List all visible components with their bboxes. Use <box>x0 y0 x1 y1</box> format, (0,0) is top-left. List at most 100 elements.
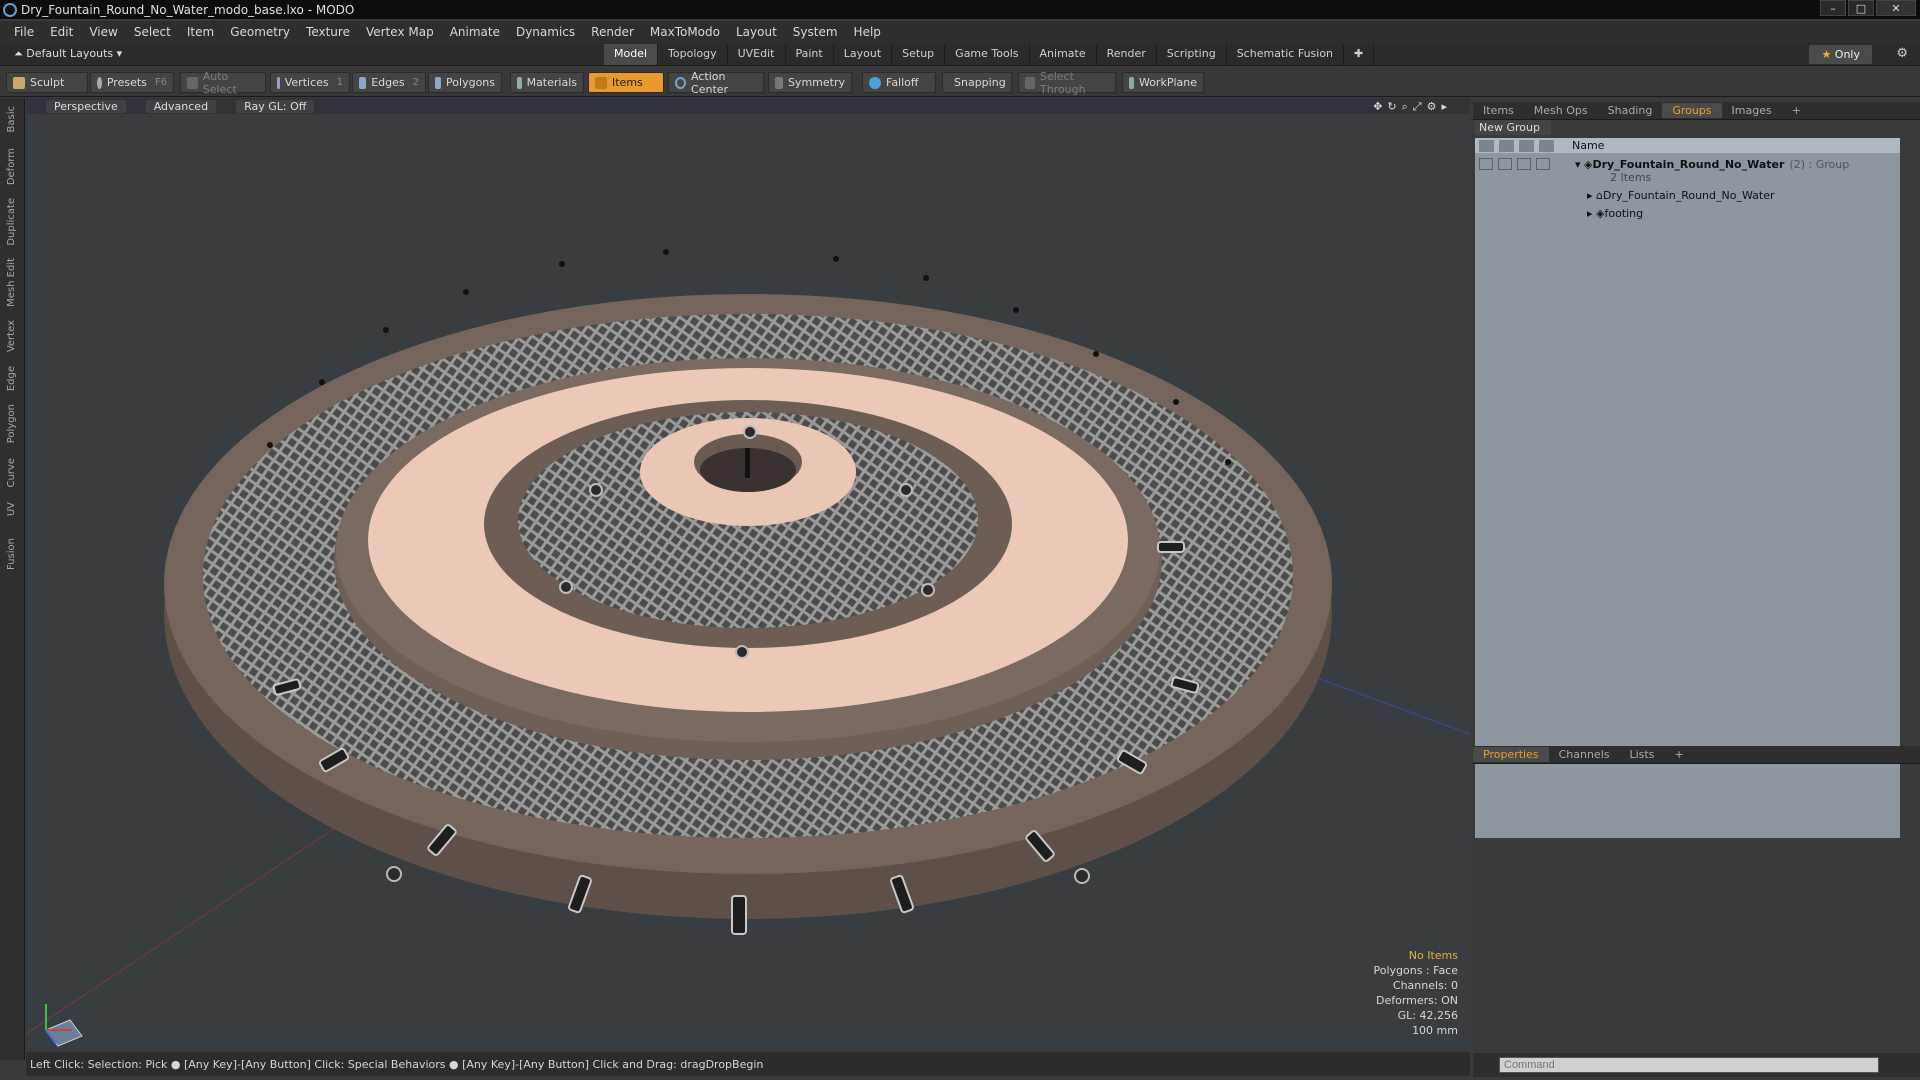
title-bar: Dry_Fountain_Round_No_Water_modo_base.lx… <box>0 0 1920 19</box>
auto-select-button[interactable]: Auto Select <box>180 70 266 96</box>
layouts-dropdown[interactable]: ⏶ Default Layouts ▾ <box>14 47 122 61</box>
tab-render[interactable]: Render <box>1097 44 1157 65</box>
menu-geometry[interactable]: Geometry <box>222 25 298 39</box>
menu-vertex-map[interactable]: Vertex Map <box>358 25 442 39</box>
tab-groups[interactable]: Groups <box>1662 103 1722 118</box>
lock-icon[interactable] <box>1499 139 1514 152</box>
tab-scripting[interactable]: Scripting <box>1157 44 1227 65</box>
edges-button[interactable]: Edges 2 <box>352 72 426 93</box>
falloff-icon <box>869 76 881 89</box>
presets-shortcut: F6 <box>154 77 167 88</box>
tab-shading[interactable]: Shading <box>1598 103 1663 118</box>
modo-logo-icon <box>3 2 17 17</box>
info-gl: GL: 42,256 <box>1397 1009 1458 1022</box>
command-input[interactable] <box>1499 1057 1879 1073</box>
materials-button[interactable]: Materials <box>510 72 584 93</box>
action-center-button[interactable]: Action Center <box>668 70 764 96</box>
tab-channels[interactable]: Channels <box>1549 747 1620 762</box>
gear-icon[interactable]: ⚙ <box>1896 46 1908 61</box>
list-item[interactable]: ▸ ◈ footing <box>1475 204 1900 222</box>
tab-properties[interactable]: Properties <box>1473 747 1549 762</box>
tab-fusion[interactable]: Fusion <box>6 538 17 570</box>
only-toggle[interactable]: ★ Only <box>1809 45 1872 64</box>
menu-dynamics[interactable]: Dynamics <box>508 25 583 39</box>
tab-duplicate[interactable]: Duplicate <box>6 198 17 246</box>
tab-layout[interactable]: Layout <box>834 44 893 65</box>
viewport-info: No Items Polygons : Face Channels: 0 Def… <box>1373 948 1458 1038</box>
mode-bar: ⏶ Default Layouts ▾ Model Topology UVEdi… <box>0 43 1920 66</box>
window-title: Dry_Fountain_Round_No_Water_modo_base.lx… <box>21 2 355 17</box>
info-scale: 100 mm <box>1412 1024 1458 1037</box>
items-icon <box>595 76 607 89</box>
tab-schematic-fusion[interactable]: Schematic Fusion <box>1227 44 1345 65</box>
name-column-header[interactable]: Name <box>1572 139 1604 152</box>
menu-animate[interactable]: Animate <box>442 25 508 39</box>
menu-file[interactable]: File <box>6 25 42 39</box>
close-button[interactable]: ✕ <box>1876 0 1916 16</box>
select-icon[interactable] <box>1539 139 1554 152</box>
menu-maxtomodo[interactable]: MaxToModo <box>642 25 728 39</box>
tab-mesh-edit[interactable]: Mesh Edit <box>6 258 17 307</box>
menu-select[interactable]: Select <box>126 25 179 39</box>
items-button[interactable]: Items <box>588 72 664 93</box>
3d-viewport[interactable]: Perspective Advanced Ray GL: Off ✥↻⌕⤢⚙▸ <box>26 98 1470 1048</box>
workplane-label: WorkPlane <box>1138 76 1197 89</box>
materials-label: Materials <box>526 76 577 89</box>
tab-animate[interactable]: Animate <box>1030 44 1097 65</box>
tab-paint[interactable]: Paint <box>786 44 834 65</box>
minimize-button[interactable]: – <box>1820 0 1846 16</box>
add-tab-icon[interactable]: + <box>1782 103 1811 118</box>
list-item[interactable]: ▸ ⌂ Dry_Fountain_Round_No_Water <box>1475 186 1900 204</box>
vertices-button[interactable]: Vertices 1 <box>270 72 350 93</box>
tab-topology[interactable]: Topology <box>658 44 728 65</box>
presets-button[interactable]: Presets F6 <box>90 72 174 93</box>
eye-icon[interactable] <box>1479 139 1494 152</box>
render-icon[interactable] <box>1519 139 1534 152</box>
tab-lists[interactable]: Lists <box>1620 747 1665 762</box>
raygl-dropdown[interactable]: Ray GL: Off <box>236 99 315 113</box>
tab-vertex[interactable]: Vertex <box>6 320 17 352</box>
menu-view[interactable]: View <box>81 25 125 39</box>
select-through-button[interactable]: Select Through <box>1018 69 1116 96</box>
snapping-label: Snapping <box>954 76 1006 89</box>
menu-render[interactable]: Render <box>583 25 642 39</box>
tab-deform[interactable]: Deform <box>6 148 17 185</box>
viewport-nav-icons[interactable]: ✥↻⌕⤢⚙▸ <box>1373 100 1452 114</box>
tab-items[interactable]: Items <box>1473 103 1524 118</box>
falloff-button[interactable]: Falloff <box>862 72 936 93</box>
workplane-button[interactable]: WorkPlane <box>1122 72 1204 93</box>
menu-texture[interactable]: Texture <box>298 25 358 39</box>
snapping-button[interactable]: Snapping <box>942 72 1012 93</box>
tab-uvedit[interactable]: UVEdit <box>728 44 786 65</box>
status-bar: Left Click: Selection: Pick ● [Any Key]-… <box>26 1052 1470 1076</box>
select-through-label: Select Through <box>1039 69 1086 96</box>
tab-mesh-ops[interactable]: Mesh Ops <box>1524 103 1598 118</box>
menu-system[interactable]: System <box>785 25 846 39</box>
tab-images[interactable]: Images <box>1722 103 1782 118</box>
tab-basic[interactable]: Basic <box>6 106 17 132</box>
fountain-model[interactable] <box>26 114 1470 1048</box>
maximize-button[interactable]: □ <box>1848 0 1874 16</box>
view-dropdown[interactable]: Perspective <box>46 99 126 113</box>
tab-curve[interactable]: Curve <box>6 458 17 488</box>
add-tab-icon[interactable]: + <box>1664 747 1693 762</box>
tab-game-tools[interactable]: Game Tools <box>945 44 1030 65</box>
tab-setup[interactable]: Setup <box>892 44 946 65</box>
new-group-button[interactable]: New Group <box>1475 120 1551 135</box>
menu-layout[interactable]: Layout <box>728 25 785 39</box>
tab-model[interactable]: Model <box>604 44 659 65</box>
child-name: Dry_Fountain_Round_No_Water <box>1603 188 1775 202</box>
menu-edit[interactable]: Edit <box>42 25 81 39</box>
menu-help[interactable]: Help <box>846 25 889 39</box>
tab-polygon[interactable]: Polygon <box>6 404 17 443</box>
symmetry-button[interactable]: Symmetry <box>768 72 852 93</box>
menu-item[interactable]: Item <box>179 25 222 39</box>
tab-uv[interactable]: UV <box>6 502 17 516</box>
shading-dropdown[interactable]: Advanced <box>145 99 217 113</box>
tab-edge[interactable]: Edge <box>6 366 17 391</box>
add-tab-icon[interactable]: ✚ <box>1344 44 1375 65</box>
axis-gizmo-icon <box>45 1004 83 1047</box>
info-channels: Channels: 0 <box>1392 979 1458 992</box>
sculpt-button[interactable]: Sculpt <box>6 72 88 93</box>
polygons-button[interactable]: Polygons <box>428 72 502 93</box>
